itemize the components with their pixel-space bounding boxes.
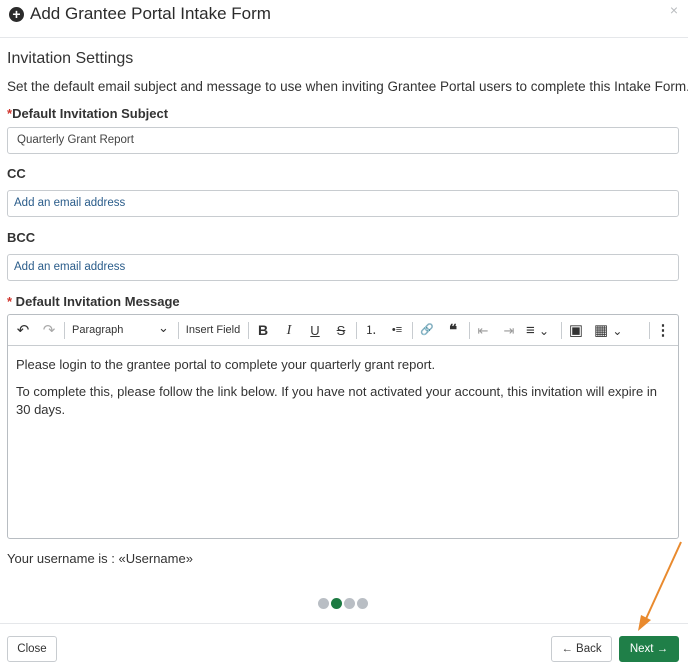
cc-label: CC [7,166,26,181]
section-description: Set the default email subject and messag… [7,79,688,94]
arrow-shaft [644,541,682,622]
chevron-down-icon: ⌄ [158,320,169,335]
message-paragraph: To complete this, please follow the link… [16,384,657,417]
paragraph-label: Paragraph [72,324,124,336]
step-dot [357,598,368,609]
message-paragraph: Please login to the grantee portal to co… [16,357,436,372]
toolbar-divider [469,322,470,339]
back-button[interactable]: ← Back [551,636,612,662]
subject-label: *Default Invitation Subject [7,106,168,121]
redo-icon[interactable]: ↷ [40,315,58,346]
link-icon[interactable]: 🔗 [418,315,436,346]
add-circle-icon: + [9,7,24,22]
close-icon[interactable]: × [670,2,678,18]
more-options-icon[interactable]: ⋮ [654,315,672,346]
toolbar-divider [649,322,650,339]
chevron-down-icon: ⌄ [612,324,623,338]
message-editor: ↶ ↷ Paragraph ⌄ Insert Field B I U S ⒈ •… [7,314,679,539]
message-label-text: Default Invitation Message [12,294,180,309]
underline-icon[interactable]: U [306,315,324,346]
table-select[interactable]: ▦ ⌄ [594,315,626,346]
table-icon: ▦ [594,322,609,339]
chevron-down-icon: ⌄ [538,324,549,338]
toolbar-divider [356,322,357,339]
dialog-title: Add Grantee Portal Intake Form [30,4,271,23]
footer-divider [0,623,688,624]
bcc-label: BCC [7,230,36,245]
step-dot-active [331,598,342,609]
toolbar-divider [64,322,65,339]
subject-input[interactable]: Quarterly Grant Report [7,127,679,154]
undo-icon[interactable]: ↶ [14,315,32,346]
dialog-header: + Add Grantee Portal Intake Form × [0,0,688,38]
align-select[interactable]: ≡ ⌄ [526,315,556,346]
align-left-icon: ≡ [526,322,535,339]
ordered-list-icon[interactable]: ⒈ [362,315,380,346]
bold-icon[interactable]: B [254,315,272,346]
editor-content[interactable]: Please login to the grantee portal to co… [8,346,678,438]
next-button[interactable]: Next → [619,636,679,662]
close-button[interactable]: Close [7,636,57,662]
indent-icon[interactable]: ⇥ [500,315,518,346]
toolbar-divider [561,322,562,339]
toolbar-divider [412,322,413,339]
bullet-list-icon[interactable]: •≡ [388,315,406,346]
toolbar-divider [248,322,249,339]
step-dot [318,598,329,609]
strikethrough-icon[interactable]: S [332,315,350,346]
insert-image-icon[interactable]: ▣ [566,315,586,346]
paragraph-style-select[interactable]: Paragraph ⌄ [72,315,172,346]
subject-label-text: Default Invitation Subject [12,106,169,121]
message-label: * Default Invitation Message [7,294,180,309]
insert-field-button[interactable]: Insert Field [185,315,241,346]
italic-icon[interactable]: I [280,315,298,346]
blockquote-icon[interactable]: ❝ [444,315,462,346]
outdent-icon[interactable]: ⇤ [474,315,492,346]
step-dot [344,598,355,609]
bcc-input[interactable]: Add an email address [7,254,679,281]
step-indicator [318,598,368,609]
username-line: Your username is : «Username» [7,551,193,566]
section-title: Invitation Settings [7,50,134,67]
toolbar-divider [178,322,179,339]
cc-input[interactable]: Add an email address [7,190,679,217]
editor-toolbar: ↶ ↷ Paragraph ⌄ Insert Field B I U S ⒈ •… [8,315,678,346]
